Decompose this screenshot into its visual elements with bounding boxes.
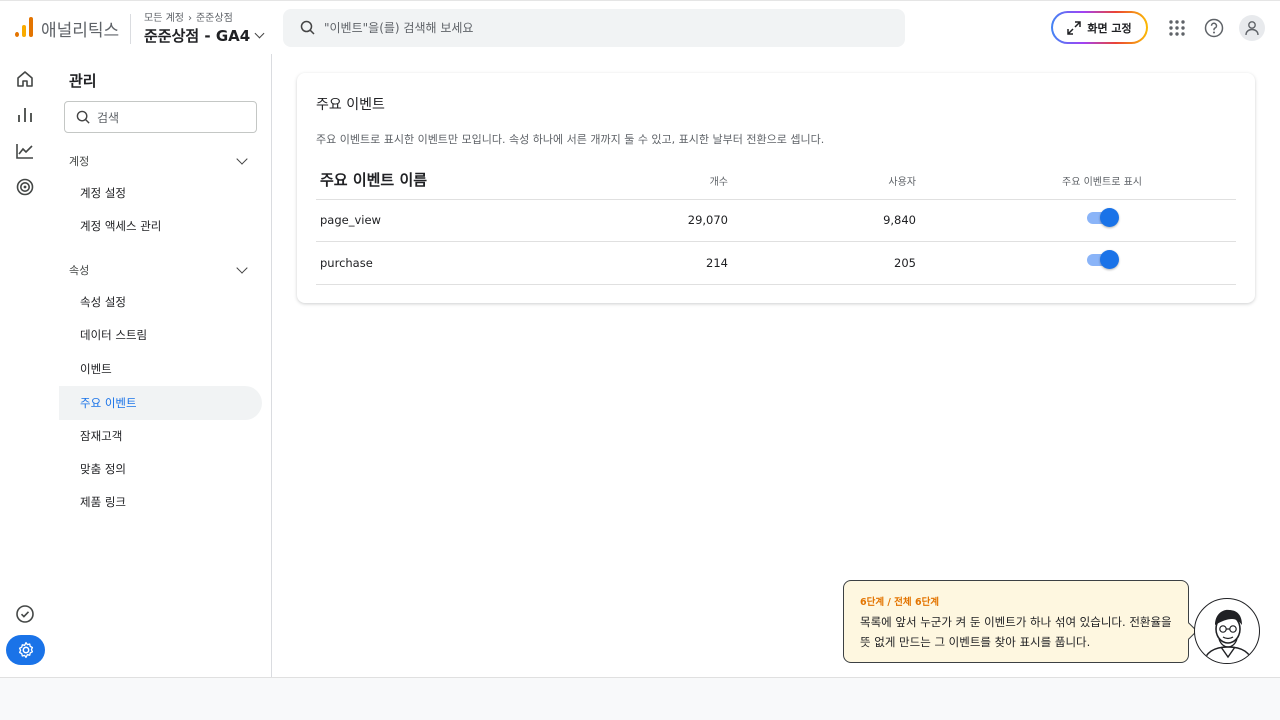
help-icon[interactable] (1203, 17, 1225, 39)
explore-icon[interactable] (14, 140, 36, 162)
checklist-icon[interactable] (14, 603, 36, 625)
event-count: 214 (706, 256, 728, 270)
property-selector[interactable]: 준준상점 - GA4 (144, 25, 265, 46)
tutorial-tooltip: 6단계 / 전체 6단계 목록에 앞서 누군가 켜 둔 이벤트가 하나 섞여 있… (843, 580, 1198, 663)
top-bar: 애널리틱스 모든 계정 › 준준상점 준준상점 - GA4 "이벤트"을(를) 검색… (0, 0, 1280, 54)
section-property-header[interactable]: 속성 (69, 262, 89, 278)
search-icon (76, 110, 90, 124)
chevron-down-icon (254, 28, 265, 39)
event-users: 9,840 (883, 213, 916, 227)
sidebar-item-events[interactable]: 이벤트 (59, 352, 262, 386)
card-description: 주요 이벤트로 표시한 이벤트만 모입니다. 속성 하나에 서른 개까지 둘 수… (316, 133, 825, 146)
breadcrumb-item-account[interactable]: 준준상점 (196, 13, 233, 24)
admin-search-placeholder: 검색 (97, 111, 120, 125)
footer-bar (0, 677, 1280, 720)
search-icon (300, 20, 315, 35)
header-divider (130, 14, 131, 44)
pin-screen-button[interactable]: 화면 고정 (1051, 11, 1148, 44)
advertising-icon[interactable] (14, 176, 36, 198)
sidebar-item-product-links[interactable]: 제품 링크 (59, 485, 262, 519)
section-account-header[interactable]: 계정 (69, 153, 89, 169)
breadcrumb-chevron-icon: › (187, 13, 192, 24)
event-name: page_view (320, 213, 381, 227)
sidebar-item-account-settings[interactable]: 계정 설정 (59, 176, 262, 210)
reports-icon[interactable] (14, 104, 36, 126)
table-divider (316, 241, 1236, 242)
table-divider (316, 284, 1236, 285)
analytics-logo-icon[interactable] (15, 17, 33, 37)
card-title: 주요 이벤트 (316, 97, 385, 113)
toggle-knob (1100, 250, 1119, 269)
settings-icon[interactable] (6, 635, 45, 665)
account-avatar-icon[interactable] (1239, 15, 1265, 41)
sidebar-item-property-settings[interactable]: 속성 설정 (59, 285, 262, 319)
chevron-down-icon[interactable] (236, 153, 248, 165)
home-icon[interactable] (14, 68, 36, 90)
sidebar-item-key-events[interactable]: 주요 이벤트 (59, 386, 262, 420)
expand-icon (1067, 20, 1082, 35)
column-header-name[interactable]: 주요 이벤트 이름 (320, 169, 427, 199)
breadcrumb-item-all-accounts[interactable]: 모든 계정 (144, 13, 184, 24)
toggle-knob (1100, 208, 1119, 227)
apps-grid-icon[interactable] (1166, 17, 1188, 39)
guide-avatar-icon (1194, 598, 1260, 664)
pin-screen-label: 화면 고정 (1087, 21, 1132, 35)
search-placeholder: "이벤트"을(를) 검색해 보세요 (324, 21, 474, 35)
event-count: 29,070 (687, 213, 728, 227)
admin-title: 관리 (69, 72, 97, 90)
global-search-input[interactable]: "이벤트"을(를) 검색해 보세요 (283, 9, 905, 47)
key-events-card: 주요 이벤트 주요 이벤트로 표시한 이벤트만 모입니다. 속성 하나에 서른 … (297, 73, 1255, 303)
admin-search-input[interactable]: 검색 (64, 101, 257, 133)
sidebar-item-audiences[interactable]: 잠재고객 (59, 419, 262, 453)
sidebar-item-account-access[interactable]: 계정 액세스 관리 (59, 209, 262, 243)
mark-key-event-toggle[interactable] (1087, 208, 1119, 227)
admin-side-nav: 관리 검색 계정 계정 설정 계정 액세스 관리 속성 속성 설정 데이터 스트… (50, 54, 272, 677)
sidebar-item-custom-definitions[interactable]: 맞춤 정의 (59, 452, 262, 486)
app-name[interactable]: 애널리틱스 (41, 16, 119, 41)
event-users: 205 (894, 256, 916, 270)
chevron-down-icon[interactable] (236, 262, 248, 274)
sidebar-item-data-streams[interactable]: 데이터 스트림 (59, 318, 262, 352)
tutorial-message: 목록에 앞서 누군가 켜 둔 이벤트가 하나 섞여 있습니다. 전환율을 뜻 없… (860, 615, 1172, 649)
property-name: 준준상점 - GA4 (144, 27, 251, 45)
breadcrumb[interactable]: 모든 계정 › 준준상점 (144, 9, 233, 24)
event-name: purchase (320, 256, 373, 270)
mark-key-event-toggle[interactable] (1087, 250, 1119, 269)
table-divider (316, 199, 1236, 200)
tutorial-step: 6단계 / 전체 6단계 (860, 597, 940, 608)
